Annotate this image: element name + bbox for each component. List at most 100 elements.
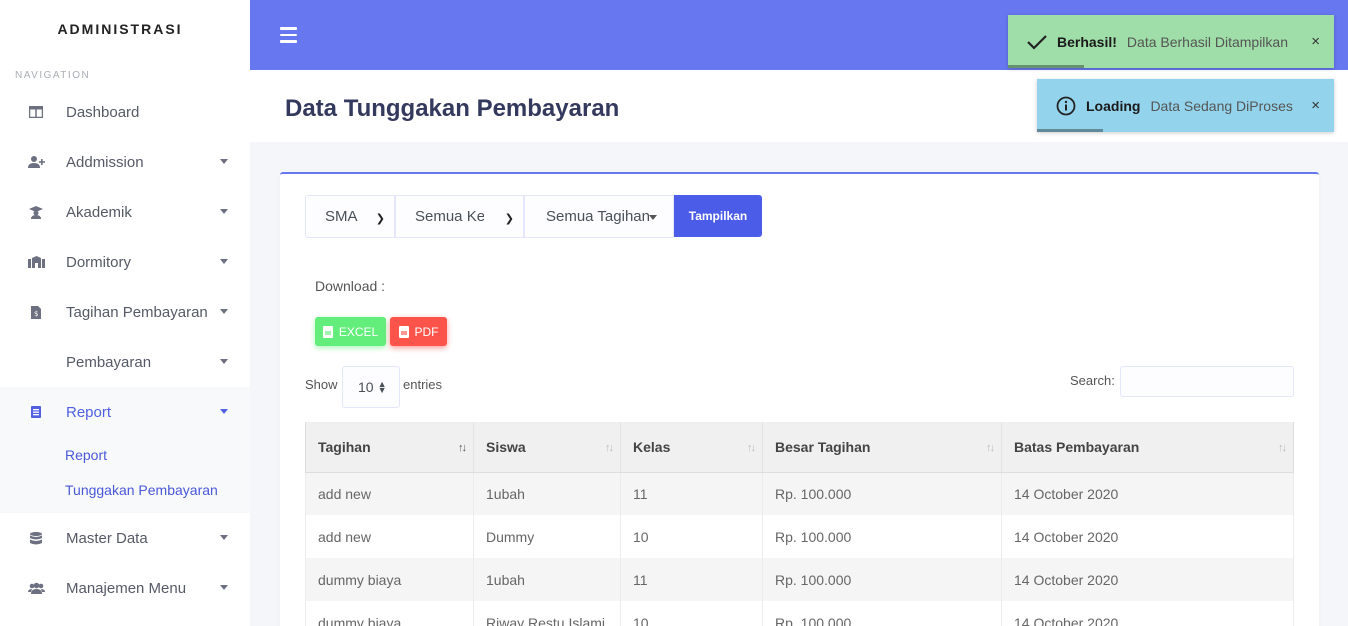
table-cell: dummy biaya [305, 601, 474, 626]
chevron-down-icon: ❯ [504, 213, 514, 225]
table-cell: 1ubah [473, 558, 621, 601]
sidebar-subitem-report[interactable]: Report [0, 437, 250, 472]
column-header-kelas[interactable]: Kelas ↑↓ [620, 422, 763, 473]
sidebar-item-tagihan-pembayaran[interactable]: $ Tagihan Pembayaran [0, 287, 250, 337]
excel-button[interactable]: EXCEL [315, 317, 386, 346]
pdf-button-label: PDF [414, 324, 439, 339]
data-table: Tagihan ↑↓ Siswa ↑↓ Kelas ↑↓ Besar Tagihan ↑… [305, 422, 1294, 626]
sort-icon: ↑↓ [605, 442, 614, 454]
table-cell: 14 October 2020 [1001, 472, 1294, 515]
table-row: add new Dummy 10 Rp. 100.000 14 October … [305, 515, 1294, 558]
entries-label: entries [403, 377, 443, 392]
level-select[interactable]: SMA ❯ [305, 195, 395, 238]
sidebar-item-manajemen-menu[interactable]: Manajemen Menu [0, 563, 250, 613]
table-row: dummy biaya Riway Restu Islami 10 Rp. 10… [305, 601, 1294, 626]
report-card: SMA ❯ Semua Kelas ❯ Semua Tagihan Tampil… [280, 172, 1319, 626]
column-header-label: Siswa [486, 438, 526, 455]
sort-icon: ↑↓ [1278, 442, 1287, 454]
column-header-tagihan[interactable]: Tagihan ↑↓ [305, 422, 474, 473]
sidebar-item-akademik[interactable]: Akademik [0, 187, 250, 237]
chevron-down-icon [220, 359, 228, 364]
chevron-down-icon [220, 159, 228, 164]
chevron-down-icon [220, 309, 228, 314]
toast-progress-bar [1008, 65, 1084, 68]
close-icon[interactable]: × [1311, 33, 1320, 50]
column-header-batas-pembayaran[interactable]: Batas Pembayaran ↑↓ [1001, 422, 1294, 473]
hamburger-menu-icon[interactable] [280, 27, 297, 47]
columns-icon [25, 106, 47, 118]
sidebar-item-master-data[interactable]: Master Data [0, 513, 250, 563]
success-toast: Berhasil! Data Berhasil Ditampilkan × [1008, 15, 1334, 68]
info-toast: Loading Data Sedang DiProses × [1037, 79, 1334, 132]
table-header-row: Tagihan ↑↓ Siswa ↑↓ Kelas ↑↓ Besar Tagihan ↑… [305, 422, 1294, 473]
toast-title: Berhasil! [1057, 33, 1117, 50]
table-cell: 11 [620, 558, 763, 601]
sidebar-item-label: Addmission [66, 153, 144, 171]
sidebar-item-dashboard[interactable]: Dashboard [0, 87, 250, 137]
nav-heading: NAVIGATION [15, 70, 91, 81]
table-cell: 1ubah [473, 472, 621, 515]
table-cell: Rp. 100.000 [762, 558, 1002, 601]
chevron-down-icon [220, 259, 228, 264]
sidebar-subitem-tunggakan-pembayaran[interactable]: Tunggakan Pembayaran [0, 472, 250, 507]
sort-icon: ↑↓ [458, 442, 467, 454]
sidebar: ADMINISTRASI NAVIGATION Dashboard Addmis… [0, 0, 250, 626]
info-circle-icon [1055, 95, 1077, 117]
report-group: Report Report Tunggakan Pembayaran [0, 387, 250, 513]
kelas-select[interactable]: Semua Kelas ❯ [395, 195, 524, 238]
column-header-label: Besar Tagihan [775, 438, 871, 455]
toast-title: Loading [1086, 97, 1141, 114]
chevron-down-icon [220, 409, 228, 414]
search-label: Search: [1070, 373, 1115, 388]
sidebar-item-label: Pembayaran [66, 353, 152, 371]
file-icon [25, 406, 47, 418]
sidebar-item-pembayaran[interactable]: Pembayaran [0, 337, 250, 387]
tagihan-select-value: Semua Tagihan [546, 208, 650, 225]
table-cell: add new [305, 515, 474, 558]
table-cell: 14 October 2020 [1001, 515, 1294, 558]
table-cell: dummy biaya [305, 558, 474, 601]
user-plus-icon [25, 156, 47, 168]
sidebar-item-label: Master Data [66, 529, 148, 547]
table-cell: 10 [620, 515, 763, 558]
sidebar-item-label: Dashboard [66, 103, 140, 121]
toast-message: Data Sedang DiProses [1150, 97, 1293, 114]
caret-down-icon [649, 215, 657, 220]
sidebar-item-label: Akademik [66, 203, 132, 221]
graduation-cap-icon [25, 205, 47, 219]
sort-icon: ↑↓ [986, 442, 995, 454]
sidebar-item-addmission[interactable]: Addmission [0, 137, 250, 187]
tagihan-select[interactable]: Semua Tagihan [524, 195, 674, 238]
chevron-down-icon [220, 209, 228, 214]
table-cell: Rp. 100.000 [762, 601, 1002, 626]
table-row: dummy biaya 1ubah 11 Rp. 100.000 14 Octo… [305, 558, 1294, 601]
report-submenu: Report Tunggakan Pembayaran [0, 437, 250, 513]
column-header-siswa[interactable]: Siswa ↑↓ [473, 422, 621, 473]
entries-length-select[interactable]: 10 ▲ ▼ [342, 366, 400, 408]
database-icon [25, 531, 47, 545]
sidebar-item-dormitory[interactable]: Dormitory [0, 237, 250, 287]
building-icon [25, 256, 47, 268]
sidebar-item-report[interactable]: Report [0, 387, 250, 437]
column-header-besar-tagihan[interactable]: Besar Tagihan ↑↓ [762, 422, 1002, 473]
search-input[interactable] [1120, 366, 1294, 397]
table-cell: 11 [620, 472, 763, 515]
brand-title[interactable]: ADMINISTRASI [0, 0, 250, 58]
file-excel-icon [322, 325, 333, 338]
sidebar-item-label: Dormitory [66, 253, 132, 271]
column-header-label: Batas Pembayaran [1014, 438, 1140, 455]
tampilkan-button[interactable]: Tampilkan [674, 195, 762, 237]
svg-text:$: $ [34, 310, 38, 318]
chevron-down-icon [220, 585, 228, 590]
pdf-button[interactable]: PDF [390, 317, 447, 346]
table-cell: 14 October 2020 [1001, 601, 1294, 626]
close-icon[interactable]: × [1311, 97, 1320, 114]
file-pdf-icon [398, 325, 409, 338]
toast-progress-bar [1037, 129, 1103, 132]
toast-message: Data Berhasil Ditampilkan [1126, 33, 1288, 50]
show-label: Show [305, 377, 338, 392]
entries-length-value: 10 [358, 379, 374, 395]
users-cog-icon [25, 582, 47, 594]
table-cell: Dummy [473, 515, 621, 558]
column-header-label: Kelas [633, 438, 671, 455]
